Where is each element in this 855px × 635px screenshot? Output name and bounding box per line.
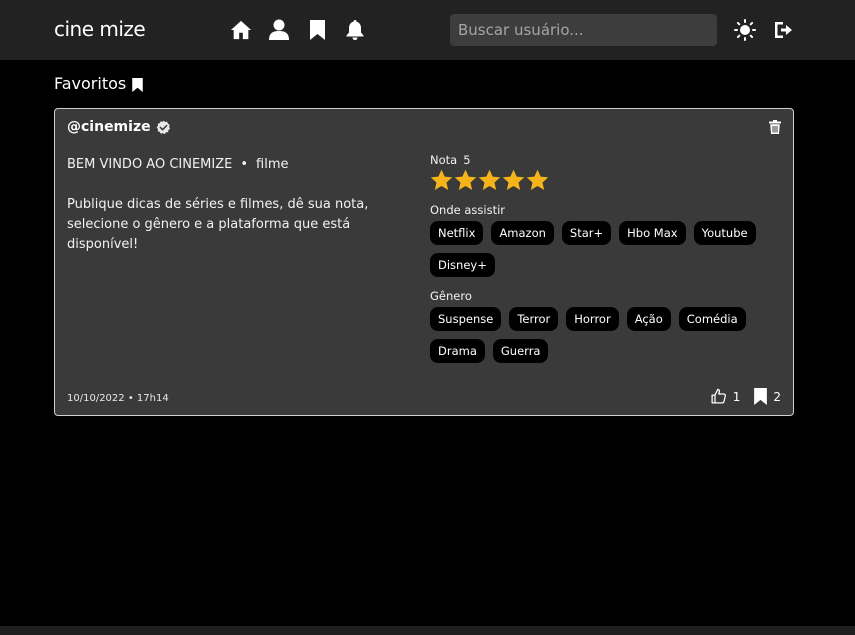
author-name[interactable]: @cinemize (67, 119, 151, 135)
genre-chip[interactable]: Terror (509, 307, 559, 331)
thumbs-up-icon (711, 388, 726, 404)
genre-chip[interactable]: Ação (626, 307, 671, 331)
post-details: Nota 5 Onde assistir Netflix Amazon Star+ H… (430, 153, 780, 363)
post-actions: 1 2 (710, 388, 781, 405)
sun-icon[interactable] (733, 18, 757, 42)
post-title: BEM VINDO AO CINEMIZE (67, 157, 233, 172)
profile-icon[interactable] (267, 18, 291, 42)
verified-icon (156, 120, 170, 134)
star-icon (454, 169, 477, 190)
delete-icon[interactable] (769, 119, 781, 138)
star-icon (430, 169, 453, 190)
bell-icon[interactable] (343, 18, 367, 42)
star-icon (502, 169, 525, 190)
platform-chip[interactable]: Netflix (430, 221, 484, 245)
favorites-heading: Favoritos (54, 74, 143, 93)
bookmark-icon[interactable] (305, 18, 329, 42)
post-title-line: BEM VINDO AO CINEMIZE • filme (67, 157, 289, 172)
star-icon (478, 169, 501, 190)
home-icon[interactable] (229, 18, 253, 42)
save-button[interactable]: 2 (754, 388, 781, 405)
title-separator: • (240, 157, 249, 172)
page-title: Favoritos (54, 74, 127, 93)
post-card: @cinemize BEM VINDO AO CINEMIZE • filme … (54, 108, 794, 416)
genre-list: Suspense Terror Horror Ação Comédia Drama Guer… (430, 307, 770, 363)
search-user-input[interactable] (450, 14, 717, 46)
genre-chip[interactable]: Guerra (492, 339, 549, 363)
star-rating (430, 169, 780, 191)
genre-chip[interactable]: Suspense (430, 307, 502, 331)
platform-list: Netflix Amazon Star+ Hbo Max Youtube Disney+ (430, 221, 770, 277)
genre-label: Gênero (430, 289, 472, 303)
save-count: 2 (773, 389, 781, 404)
where-to-watch-label: Onde assistir (430, 203, 506, 217)
star-icon (526, 169, 549, 190)
like-count: 1 (732, 389, 741, 404)
post-date: 10/10/2022 • 17h14 (67, 393, 169, 404)
post-author[interactable]: @cinemize (67, 119, 171, 135)
bookmark-icon (754, 388, 768, 405)
post-body: Publique dicas de séries e filmes, dê su… (67, 197, 369, 252)
genre-chip[interactable]: Comédia (678, 307, 746, 331)
platform-chip[interactable]: Disney+ (430, 253, 495, 277)
rating: Nota 5 (430, 153, 780, 167)
rating-value: 5 (463, 153, 471, 167)
platform-chip[interactable]: Hbo Max (619, 221, 686, 245)
genre-chip[interactable]: Horror (566, 307, 619, 331)
post-type: filme (256, 157, 289, 172)
logout-icon[interactable] (771, 18, 795, 42)
app-logo[interactable]: cine mize (54, 17, 146, 41)
bookmark-icon (132, 77, 143, 92)
rating-label: Nota (430, 153, 458, 167)
platform-chip[interactable]: Star+ (561, 221, 612, 245)
platform-chip[interactable]: Youtube (693, 221, 756, 245)
genre-chip[interactable]: Drama (430, 339, 485, 363)
like-button[interactable]: 1 (710, 388, 741, 405)
top-navbar: cine mize (0, 0, 855, 60)
bottom-strip (0, 626, 855, 635)
platform-chip[interactable]: Amazon (491, 221, 554, 245)
